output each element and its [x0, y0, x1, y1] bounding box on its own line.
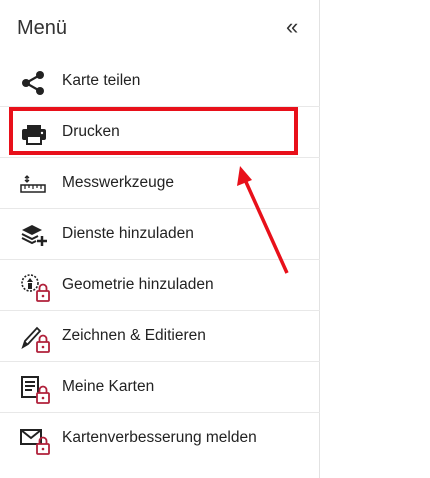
lock-icon: [36, 385, 50, 404]
printer-icon: [22, 125, 46, 145]
lock-icon: [36, 436, 50, 455]
menu-panel: Menü « Karte teilen Drucken Messwerkzeug…: [0, 0, 320, 478]
menu-item-drucken[interactable]: Drucken: [0, 107, 320, 158]
menu-item-label: Kartenverbesserung melden: [62, 429, 257, 446]
geometry-icon: [21, 274, 50, 302]
collapse-menu-button[interactable]: «: [286, 15, 298, 39]
my-maps-icon: [21, 376, 50, 404]
menu-item-messwerkzeuge[interactable]: Messwerkzeuge: [0, 158, 320, 209]
share-icon: [22, 71, 44, 95]
menu-title: Menü: [17, 17, 68, 39]
menu-item-zeichnen-editieren[interactable]: Zeichnen & Editieren: [0, 311, 320, 362]
menu-item-label: Meine Karten: [62, 378, 155, 395]
mail-icon: [20, 429, 50, 455]
menu-item-meine-karten[interactable]: Meine Karten: [0, 362, 320, 413]
menu-item-dienste-hinzuladen[interactable]: Dienste hinzuladen: [0, 209, 320, 260]
menu-item-kartenverbesserung-melden[interactable]: Kartenverbesserung melden: [0, 413, 320, 464]
menu-item-label: Geometrie hinzuladen: [62, 276, 214, 293]
layers-add-icon: [21, 225, 47, 246]
menu-item-geometrie-hinzuladen[interactable]: Geometrie hinzuladen: [0, 260, 320, 311]
lock-icon: [36, 334, 50, 353]
menu-item-label: Dienste hinzuladen: [62, 225, 194, 242]
menu-header: Menü «: [0, 0, 320, 56]
pencil-icon: [21, 326, 50, 353]
menu-item-label: Drucken: [62, 123, 120, 140]
lock-icon: [36, 283, 50, 302]
menu-item-label: Messwerkzeuge: [62, 174, 174, 191]
ruler-icon: [20, 175, 46, 193]
menu-item-label: Karte teilen: [62, 72, 141, 89]
menu-item-label: Zeichnen & Editieren: [62, 327, 206, 344]
menu-item-karte-teilen[interactable]: Karte teilen: [0, 56, 320, 107]
menu-list: Karte teilen Drucken Messwerkzeuge Diens…: [0, 56, 320, 464]
